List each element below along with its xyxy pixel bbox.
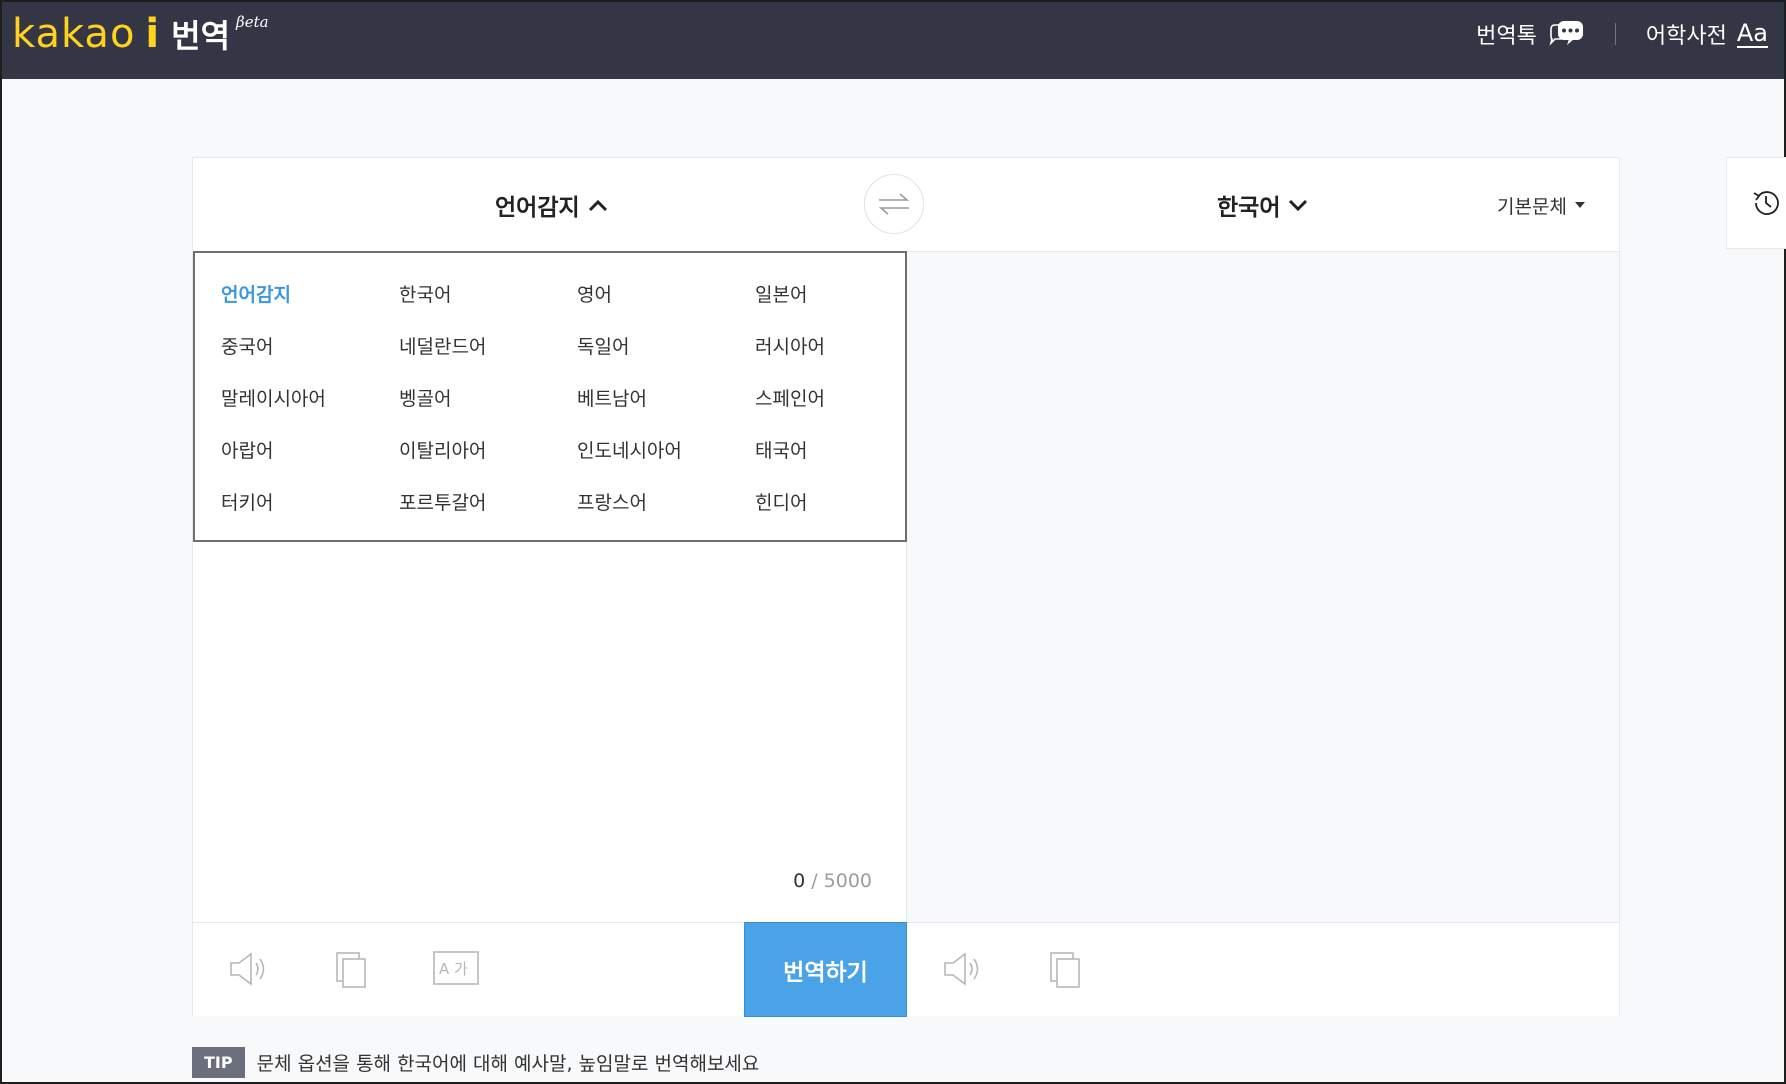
result-copy-icon[interactable]: [1049, 951, 1081, 993]
history-clock-icon: [1753, 191, 1779, 215]
history-tab[interactable]: [1726, 157, 1786, 249]
language-grid: 언어감지 한국어 영어 일본어중국어 네덜란드어 독일어 러시아어말레이시아어 벵골어 베트남어…: [221, 275, 905, 535]
logo-title: 번역: [171, 17, 231, 55]
font-toggle-icon[interactable]: A 가: [433, 951, 479, 989]
language-option[interactable]: 인도네시아어: [577, 431, 755, 483]
nav-translation-talk-label: 번역톡: [1476, 24, 1537, 49]
language-option[interactable]: 스페인어: [755, 379, 885, 431]
nav-separator: [1614, 23, 1616, 45]
font-toggle-label: A 가: [439, 960, 468, 978]
language-option[interactable]: 러시아어: [755, 327, 885, 379]
target-language-label: 한국어: [1217, 195, 1281, 221]
nav-translation-talk[interactable]: 번역톡: [1476, 18, 1585, 50]
language-option[interactable]: 언어감지: [221, 275, 399, 327]
style-select[interactable]: 기본문체: [1497, 158, 1585, 252]
swap-languages-button[interactable]: [864, 174, 924, 234]
language-option[interactable]: 포르투갈어: [399, 483, 577, 535]
top-header: kakao i 번역 βeta 번역톡 어학사전 Aa: [2, 2, 1784, 79]
language-option[interactable]: 아랍어: [221, 431, 399, 483]
result-pane: [907, 252, 1619, 922]
chevron-up-icon: [588, 199, 607, 212]
source-language-dropdown: 언어감지 한국어 영어 일본어중국어 네덜란드어 독일어 러시아어말레이시아어 벵골어 베트남어…: [193, 251, 907, 542]
language-option[interactable]: 벵골어: [399, 379, 577, 431]
source-speaker-icon[interactable]: [229, 951, 271, 991]
kakao-i-logo[interactable]: kakao i 번역 βeta: [12, 11, 269, 57]
bottom-toolbar: A 가 번역하기: [193, 922, 1619, 1017]
top-nav: 번역톡 어학사전 Aa: [1476, 2, 1768, 66]
caret-down-icon: [1574, 202, 1585, 208]
logo-beta: βeta: [236, 13, 269, 31]
language-option[interactable]: 중국어: [221, 327, 399, 379]
language-option[interactable]: 독일어: [577, 327, 755, 379]
translate-button[interactable]: 번역하기: [744, 922, 907, 1017]
language-option[interactable]: 이탈리아어: [399, 431, 577, 483]
chevron-down-icon: [1289, 199, 1308, 212]
source-copy-icon[interactable]: [335, 951, 367, 993]
language-option[interactable]: 말레이시아어: [221, 379, 399, 431]
char-max: / 5000: [811, 870, 872, 892]
char-counter: 0 / 5000: [793, 870, 872, 892]
target-language-select[interactable]: 한국어: [1217, 158, 1308, 252]
dictionary-aa-icon: Aa: [1736, 18, 1768, 48]
language-option[interactable]: 베트남어: [577, 379, 755, 431]
source-language-select[interactable]: 언어감지: [495, 158, 608, 252]
nav-dictionary-label: 어학사전: [1645, 24, 1727, 49]
language-option[interactable]: 한국어: [399, 275, 577, 327]
tip-text: 문체 옵션을 통해 한국어에 대해 예사말, 높임말로 번역해보세요: [256, 1053, 760, 1075]
chat-bubble-icon: [1547, 19, 1585, 49]
language-option[interactable]: 일본어: [755, 275, 885, 327]
result-speaker-icon[interactable]: [943, 951, 985, 991]
language-bar: 언어감지 한국어 기본문체: [193, 158, 1619, 252]
char-count: 0: [793, 870, 806, 892]
language-option[interactable]: 힌디어: [755, 483, 885, 535]
language-option[interactable]: 태국어: [755, 431, 885, 483]
tip-badge: TIP: [192, 1047, 245, 1078]
style-label: 기본문체: [1497, 195, 1567, 218]
swap-arrows-icon: [878, 193, 910, 215]
source-language-label: 언어감지: [495, 195, 580, 221]
language-option[interactable]: 영어: [577, 275, 755, 327]
logo-kakao-text: kakao: [12, 11, 136, 57]
tip-row: TIP 문체 옵션을 통해 한국어에 대해 예사말, 높임말로 번역해보세요: [192, 1047, 759, 1078]
nav-dictionary[interactable]: 어학사전 Aa: [1646, 18, 1768, 50]
language-option[interactable]: 네덜란드어: [399, 327, 577, 379]
logo-i-text: i: [145, 11, 160, 57]
language-option[interactable]: 프랑스어: [577, 483, 755, 535]
language-option[interactable]: 터키어: [221, 483, 399, 535]
